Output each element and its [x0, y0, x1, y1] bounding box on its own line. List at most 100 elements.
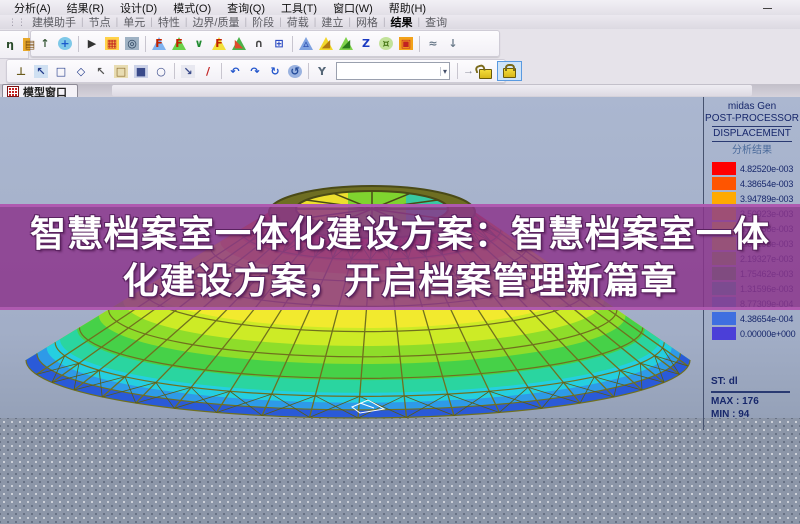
toolbar-separator: [145, 35, 146, 52]
legend-entry: 4.38654e-004: [712, 311, 800, 326]
tab-divider: |: [279, 16, 282, 28]
zoom-window-icon[interactable]: ↘: [179, 63, 197, 80]
legend-value: 4.38654e-003: [740, 178, 794, 189]
select-window-icon[interactable]: □: [52, 63, 70, 80]
lock-icon[interactable]: [503, 64, 516, 78]
wave-function-icon[interactable]: ≈: [424, 35, 442, 52]
ribbon-tab-1[interactable]: 节点: [87, 14, 113, 30]
grid-plane: [0, 418, 800, 524]
node-web-icon[interactable]: +: [56, 35, 74, 52]
tab-divider: |: [382, 16, 386, 28]
tab-divider: |: [348, 16, 351, 28]
legend-value: 3.94789e-003: [740, 193, 794, 204]
toolbar-separator: [292, 35, 293, 52]
legend-value: 4.38654e-004: [740, 313, 794, 324]
legend-entry: 4.38654e-003: [712, 176, 800, 191]
side-toolbar-partial: η ▤: [0, 30, 37, 59]
solid-cube-icon[interactable]: ▣: [397, 35, 415, 52]
animation-man-icon[interactable]: ▶: [83, 35, 101, 52]
select-circle-icon[interactable]: ○: [152, 63, 170, 80]
ribbon-tab-0[interactable]: 建模助手: [30, 14, 78, 30]
tab-divider: |: [150, 16, 153, 28]
tab-divider: |: [244, 16, 248, 28]
displacement-curve-icon[interactable]: ∨: [190, 35, 208, 52]
midas-gen-window: 分析(A) 结果(R) 设计(D) 模式(O) 查询(Q) 工具(T) 窗口(W) 帮助(H)…: [0, 0, 800, 524]
yellow-wedge-icon[interactable]: ◢: [317, 35, 335, 52]
select-plane-icon[interactable]: □: [112, 63, 130, 80]
model-viewport[interactable]: midas Gen POST-PROCESSOR DISPLACEMENT 分析…: [0, 97, 800, 524]
toolbar-separator: [78, 35, 79, 52]
eta-curve-icon[interactable]: η: [1, 36, 19, 53]
ribbon-tab-2[interactable]: 单元: [121, 14, 147, 30]
select-single-icon[interactable]: ↖: [32, 63, 50, 80]
reaction-arrow-icon[interactable]: ↑: [36, 35, 54, 52]
reaction-force-icon[interactable]: F: [150, 35, 168, 52]
stage-pin-icon[interactable]: ¤: [377, 35, 395, 52]
legend-color-chip: [712, 327, 736, 340]
named-view-icon[interactable]: Y: [313, 63, 331, 80]
result-table-icon[interactable]: ▦: [103, 35, 121, 52]
toolbar-separator: [174, 63, 175, 79]
ribbon-tab-6[interactable]: 荷载: [285, 14, 311, 30]
unlock-icon[interactable]: [479, 69, 492, 79]
banner-text-line-1: 智慧档案室一体化建设方案：智慧档案室一体: [29, 213, 770, 254]
mode-shape-icon[interactable]: ▵: [297, 35, 315, 52]
ribbon-tab-9[interactable]: 结果: [389, 14, 415, 30]
redraw-pencil-icon[interactable]: /: [199, 63, 217, 80]
legend-entry: 4.82520e-003: [712, 161, 800, 176]
rotate-cw-icon[interactable]: ↻: [266, 63, 284, 80]
legend-max: MAX : 176: [711, 396, 759, 407]
lock-selected-frame[interactable]: [497, 61, 522, 81]
ribbon-tab-3[interactable]: 特性: [156, 14, 182, 30]
moment-diagram-icon[interactable]: F: [210, 35, 228, 52]
banner-text-line-2: 化建设方案，开启档案管理新篇章: [122, 260, 678, 301]
minimize-icon[interactable]: —: [763, 3, 772, 13]
select-polygon-icon[interactable]: ◇: [72, 63, 90, 80]
legend-color-chip: [712, 312, 736, 325]
toolbar-grip[interactable]: ⋮⋮: [8, 17, 26, 28]
ribbon-tab-8[interactable]: 网格: [354, 14, 380, 30]
view-combobox[interactable]: ▾: [336, 62, 450, 80]
legend-app-name: midas Gen: [727, 101, 777, 112]
legend-min: MIN : 94: [711, 409, 750, 420]
model-window-icon: [7, 86, 19, 97]
z-displacement-icon[interactable]: Z: [357, 35, 375, 52]
toolbar-separator: [308, 63, 309, 79]
fly-to-icon[interactable]: →: [463, 65, 474, 77]
ribbon-tab-7[interactable]: 建立: [319, 14, 345, 30]
tab-model-window[interactable]: 模型窗口: [2, 84, 78, 99]
tab-divider: |: [313, 16, 317, 28]
view-toolbar: ⊥ ↖ □ ◇ ↖ □ ■ ○ ↘ / ↶ ↷ ↻ ↺ Y ▾ →: [6, 59, 522, 83]
arc-arrow-icon[interactable]: ∩: [250, 35, 268, 52]
ribbon-tab-5[interactable]: 阶段: [250, 14, 276, 30]
legend-station: ST: dl: [711, 376, 738, 387]
legend-value: 0.00000e+000: [740, 328, 796, 339]
ribbon-tab-4[interactable]: 边界/质量: [190, 14, 241, 30]
tab-divider: |: [417, 16, 421, 28]
document-tab-row: 模型窗口: [0, 84, 800, 99]
select-volume-icon[interactable]: ■: [132, 63, 150, 80]
legend-stats: ST: dl MAX : 176 MIN : 94: [703, 375, 800, 430]
legend-color-chip: [712, 177, 736, 190]
legend-entry: 0.00000e+000: [712, 326, 800, 341]
tab-row-spacer: [112, 85, 752, 96]
legend-value: 4.82520e-003: [740, 163, 794, 174]
select-all-cursor-icon[interactable]: ↖: [92, 63, 110, 80]
toolbar-separator: [419, 35, 420, 52]
menu-bar: 分析(A) 结果(R) 设计(D) 模式(O) 查询(Q) 工具(T) 窗口(W) 帮助(H)…: [0, 0, 800, 15]
ribbon-tab-10[interactable]: 查询: [423, 14, 449, 30]
render-camera-icon[interactable]: ◎: [123, 35, 141, 52]
rotate-view-icon[interactable]: ↺: [286, 63, 304, 80]
tab-divider: |: [81, 16, 84, 28]
stress-wedge-icon[interactable]: ◣: [230, 35, 248, 52]
promo-banner: 智慧档案室一体化建设方案：智慧档案室一体 化建设方案，开启档案管理新篇章: [0, 204, 800, 310]
pan-back-icon[interactable]: ↶: [226, 63, 244, 80]
lattice-grid-icon[interactable]: ⊞: [270, 35, 288, 52]
green-wedge-icon[interactable]: ◢: [337, 35, 355, 52]
chevron-down-icon[interactable]: ▾: [439, 66, 449, 76]
plumb-pin-icon[interactable]: ⊥: [12, 63, 30, 80]
results-toolbar: ↑ + ▶ ▦ ◎ F F ∨ F ◣ ∩ ⊞ ▵ ◢ ◢ Z ¤ ▣ ≈ ↓: [30, 30, 500, 57]
pan-forward-icon[interactable]: ↷: [246, 63, 264, 80]
deformed-shape-icon[interactable]: F: [170, 35, 188, 52]
probe-result-icon[interactable]: ↓: [444, 35, 462, 52]
